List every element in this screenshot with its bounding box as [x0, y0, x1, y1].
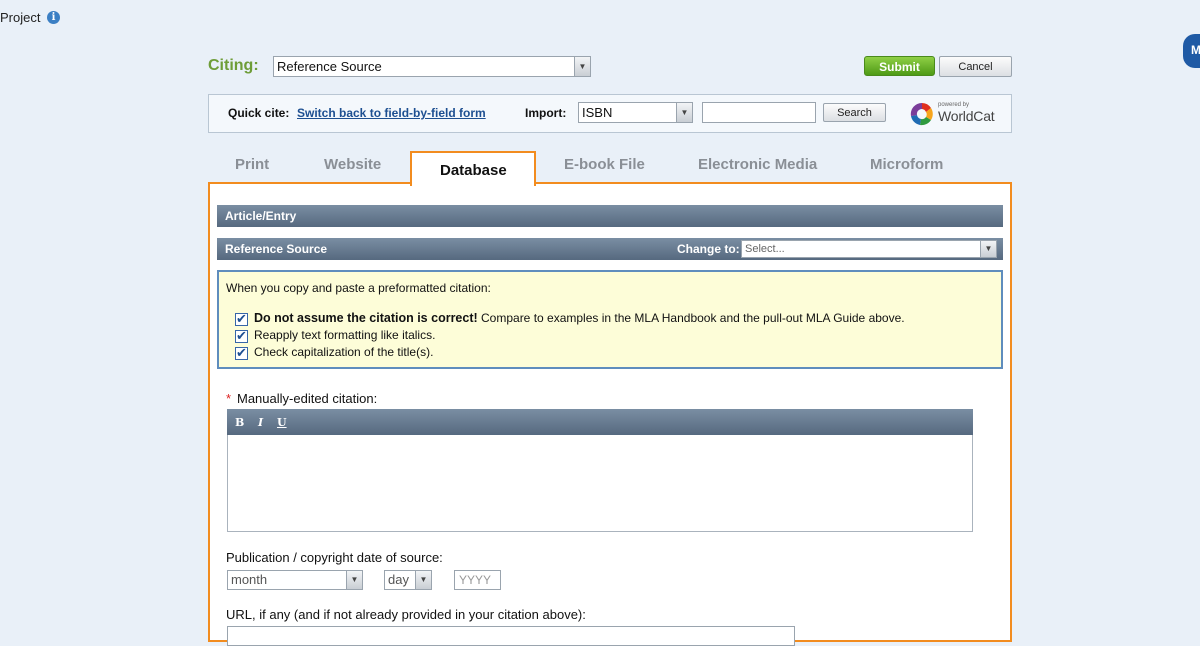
italic-button[interactable]: I [258, 416, 263, 429]
change-to-label: Change to: [677, 242, 740, 256]
checkbox-checked-icon: ✔ [235, 345, 248, 360]
citing-label: Citing: [208, 57, 259, 74]
notice-item-1: Do not assume the citation is correct! C… [254, 311, 905, 325]
import-input[interactable] [702, 102, 816, 123]
month-select[interactable]: month ▼ [227, 570, 363, 590]
tab-ebook-file[interactable]: E-book File [564, 156, 645, 173]
day-placeholder: day [388, 572, 409, 587]
tab-database[interactable]: Database [440, 162, 507, 179]
bold-button[interactable]: B [235, 416, 244, 429]
search-button[interactable]: Search [823, 103, 886, 122]
import-select-value: ISBN [582, 105, 613, 120]
checkbox-checked-icon: ✔ [235, 328, 248, 343]
year-input[interactable]: YYYY [454, 570, 501, 590]
cancel-button[interactable]: Cancel [939, 56, 1012, 77]
checkbox-checked-icon: ✔ [235, 311, 248, 326]
required-marker: * [226, 391, 232, 406]
notice-item-2: Reapply text formatting like italics. [254, 328, 436, 342]
chevron-down-icon: ▼ [574, 57, 590, 76]
underline-button[interactable]: U [277, 416, 287, 429]
import-label: Import: [525, 106, 567, 120]
month-placeholder: month [231, 572, 268, 587]
tab-electronic-media[interactable]: Electronic Media [698, 156, 817, 173]
day-select[interactable]: day ▼ [384, 570, 432, 590]
user-badge[interactable]: M [1183, 34, 1200, 68]
chevron-down-icon: ▼ [346, 571, 362, 589]
editor-toolbar [227, 409, 973, 435]
notice-item-1-rest: Compare to examples in the MLA Handbook … [477, 311, 905, 325]
chevron-down-icon: ▼ [415, 571, 431, 589]
worldcat-logo-text: WorldCat [938, 108, 995, 124]
tab-website[interactable]: Website [324, 156, 381, 173]
project-label[interactable]: Project [0, 10, 40, 25]
url-label: URL, if any (and if not already provided… [226, 607, 586, 622]
tab-microform[interactable]: Microform [870, 156, 943, 173]
citation-editor[interactable] [227, 435, 973, 532]
import-type-select[interactable]: ISBN ▼ [578, 102, 693, 123]
notice-intro: When you copy and paste a preformatted c… [226, 281, 491, 295]
citing-select-value: Reference Source [277, 59, 382, 74]
info-icon[interactable]: i [47, 11, 60, 24]
tab-print[interactable]: Print [235, 156, 269, 173]
chevron-down-icon: ▼ [676, 103, 692, 122]
notice-item-3: Check capitalization of the title(s). [254, 345, 434, 359]
manual-citation-label: Manually-edited citation: [237, 391, 378, 406]
submit-button[interactable]: Submit [864, 56, 935, 76]
quick-cite-label: Quick cite: [228, 106, 290, 120]
change-to-placeholder: Select... [745, 243, 785, 255]
url-input[interactable] [227, 626, 795, 646]
switch-form-link[interactable]: Switch back to field-by-field form [297, 106, 486, 120]
change-to-select[interactable]: Select... ▼ [741, 240, 997, 258]
citing-type-select[interactable]: Reference Source ▼ [273, 56, 591, 77]
chevron-down-icon: ▼ [980, 241, 996, 257]
pub-date-label: Publication / copyright date of source: [226, 550, 443, 565]
notice-item-1-bold: Do not assume the citation is correct! [254, 311, 478, 325]
section-header-article: Article/Entry [217, 205, 1003, 227]
